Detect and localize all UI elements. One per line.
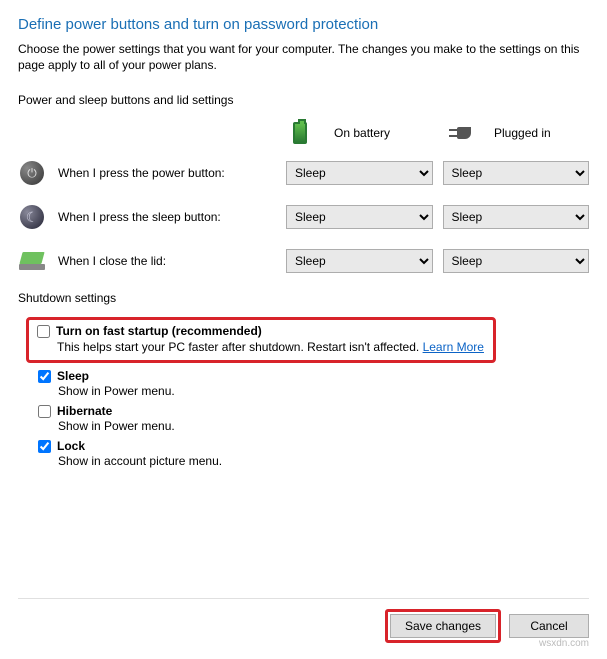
power-button-plugged-select[interactable]: Sleep — [443, 161, 590, 185]
hibernate-option: Hibernate Show in Power menu. — [38, 404, 589, 433]
lid-label: When I close the lid: — [58, 254, 286, 268]
lid-plugged-select[interactable]: Sleep — [443, 249, 590, 273]
buttons-lid-section-label: Power and sleep buttons and lid settings — [18, 93, 589, 107]
sleep-button-battery-select[interactable]: Sleep — [286, 205, 433, 229]
page-intro: Choose the power settings that you want … — [18, 41, 589, 73]
fast-startup-title: Turn on fast startup (recommended) — [56, 324, 262, 338]
fast-startup-checkbox[interactable] — [37, 325, 50, 338]
laptop-lid-icon — [18, 247, 46, 275]
lid-battery-select[interactable]: Sleep — [286, 249, 433, 273]
sleep-button-label: When I press the sleep button: — [58, 210, 286, 224]
power-button-battery-select[interactable]: Sleep — [286, 161, 433, 185]
save-button[interactable]: Save changes — [390, 614, 496, 638]
power-button-icon — [18, 159, 46, 187]
lock-option-title: Lock — [57, 439, 85, 453]
sleep-checkbox[interactable] — [38, 370, 51, 383]
hibernate-option-desc: Show in Power menu. — [58, 419, 589, 433]
plug-icon — [446, 119, 474, 147]
sleep-button-row: When I press the sleep button: Sleep Sle… — [18, 203, 589, 231]
battery-icon — [286, 119, 314, 147]
lock-checkbox[interactable] — [38, 440, 51, 453]
sleep-option-desc: Show in Power menu. — [58, 384, 589, 398]
battery-col-label: On battery — [334, 126, 390, 140]
sleep-option-title: Sleep — [57, 369, 89, 383]
cancel-button[interactable]: Cancel — [509, 614, 589, 638]
hibernate-option-title: Hibernate — [57, 404, 112, 418]
plugged-col-label: Plugged in — [494, 126, 551, 140]
page-heading: Define power buttons and turn on passwor… — [18, 16, 589, 33]
fast-startup-highlight: Turn on fast startup (recommended) This … — [26, 317, 496, 363]
footer: Save changes Cancel wsxdn.com — [18, 598, 589, 643]
fast-startup-desc: This helps start your PC faster after sh… — [57, 340, 485, 354]
power-button-label: When I press the power button: — [58, 166, 286, 180]
shutdown-section-label: Shutdown settings — [18, 291, 589, 305]
sleep-option: Sleep Show in Power menu. — [38, 369, 589, 398]
lock-option: Lock Show in account picture menu. — [38, 439, 589, 468]
lock-option-desc: Show in account picture menu. — [58, 454, 589, 468]
column-headers: On battery Plugged in — [18, 119, 589, 147]
sleep-button-icon — [18, 203, 46, 231]
sleep-button-plugged-select[interactable]: Sleep — [443, 205, 590, 229]
save-highlight: Save changes — [385, 609, 501, 643]
power-button-row: When I press the power button: Sleep Sle… — [18, 159, 589, 187]
hibernate-checkbox[interactable] — [38, 405, 51, 418]
lid-row: When I close the lid: Sleep Sleep — [18, 247, 589, 275]
learn-more-link[interactable]: Learn More — [423, 340, 484, 354]
